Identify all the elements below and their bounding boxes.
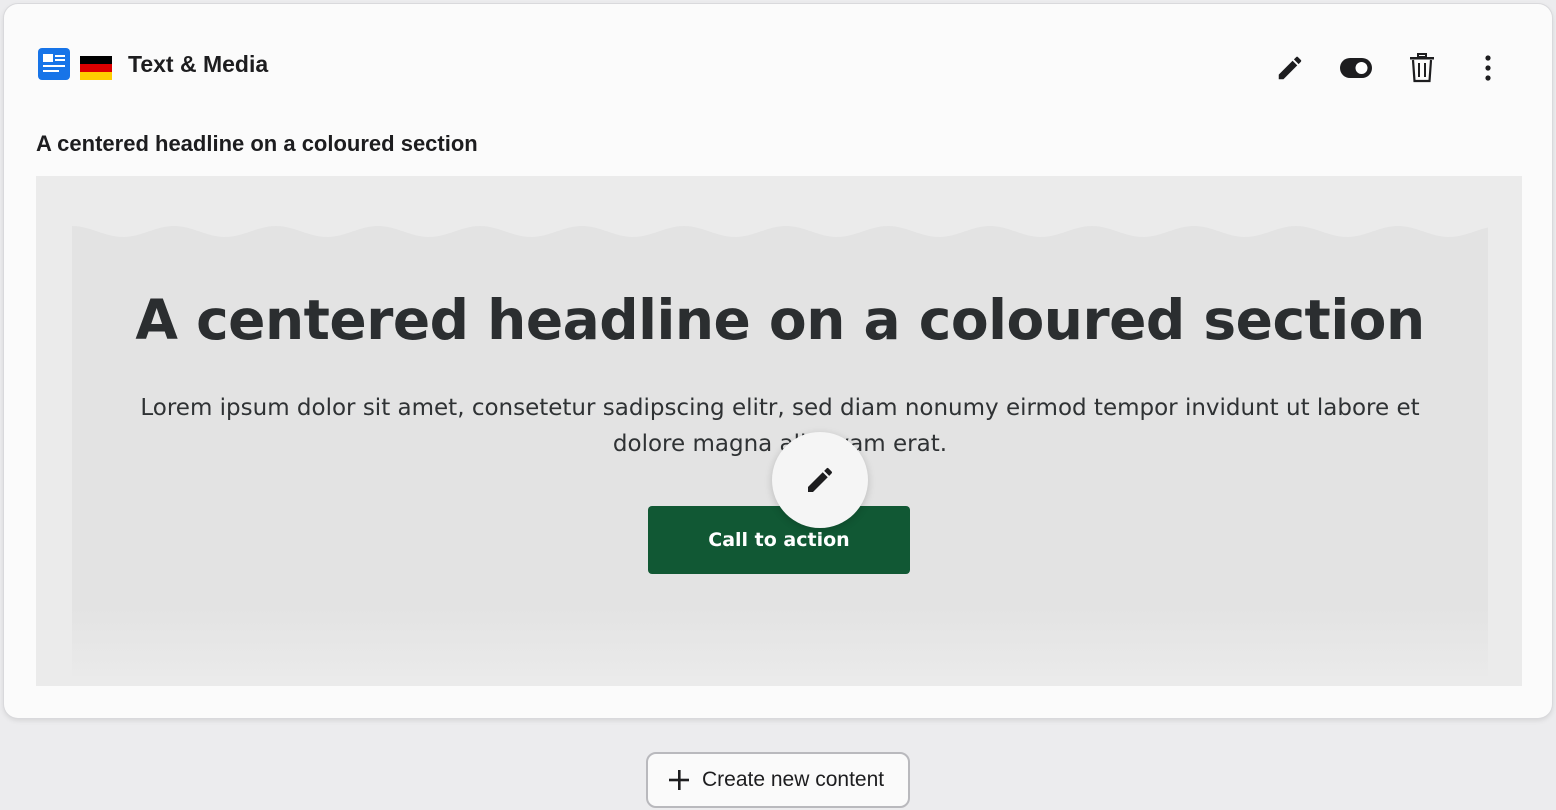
plus-icon xyxy=(668,769,690,791)
trash-icon xyxy=(1410,53,1434,83)
card-title: Text & Media xyxy=(128,51,269,77)
content-element-card: Text & Media A centered headline on a co… xyxy=(4,4,1552,718)
element-subtitle: A centered headline on a coloured sectio… xyxy=(36,131,478,156)
pencil-icon xyxy=(808,467,833,492)
visibility-toggle[interactable] xyxy=(1332,44,1380,92)
edit-button[interactable] xyxy=(1266,44,1314,92)
create-new-content-button[interactable]: Create new content xyxy=(646,752,910,808)
more-button[interactable] xyxy=(1464,44,1512,92)
create-new-content-label: Create new content xyxy=(702,768,885,791)
card-header: Text & Media xyxy=(4,4,1552,124)
pencil-icon xyxy=(1278,56,1302,80)
wave-divider xyxy=(72,222,1488,237)
edit-overlay-button[interactable] xyxy=(772,432,868,528)
content-preview[interactable]: A centered headline on a coloured sectio… xyxy=(36,176,1522,686)
text-media-icon xyxy=(38,48,70,80)
more-vertical-icon xyxy=(1485,55,1491,81)
call-to-action-button[interactable]: Call to action xyxy=(648,506,910,574)
delete-button[interactable] xyxy=(1398,44,1446,92)
flag-de-icon xyxy=(80,56,112,80)
section-headline: A centered headline on a coloured sectio… xyxy=(135,288,1425,352)
toggle-icon xyxy=(1340,58,1372,78)
coloured-section: A centered headline on a coloured sectio… xyxy=(72,222,1488,676)
